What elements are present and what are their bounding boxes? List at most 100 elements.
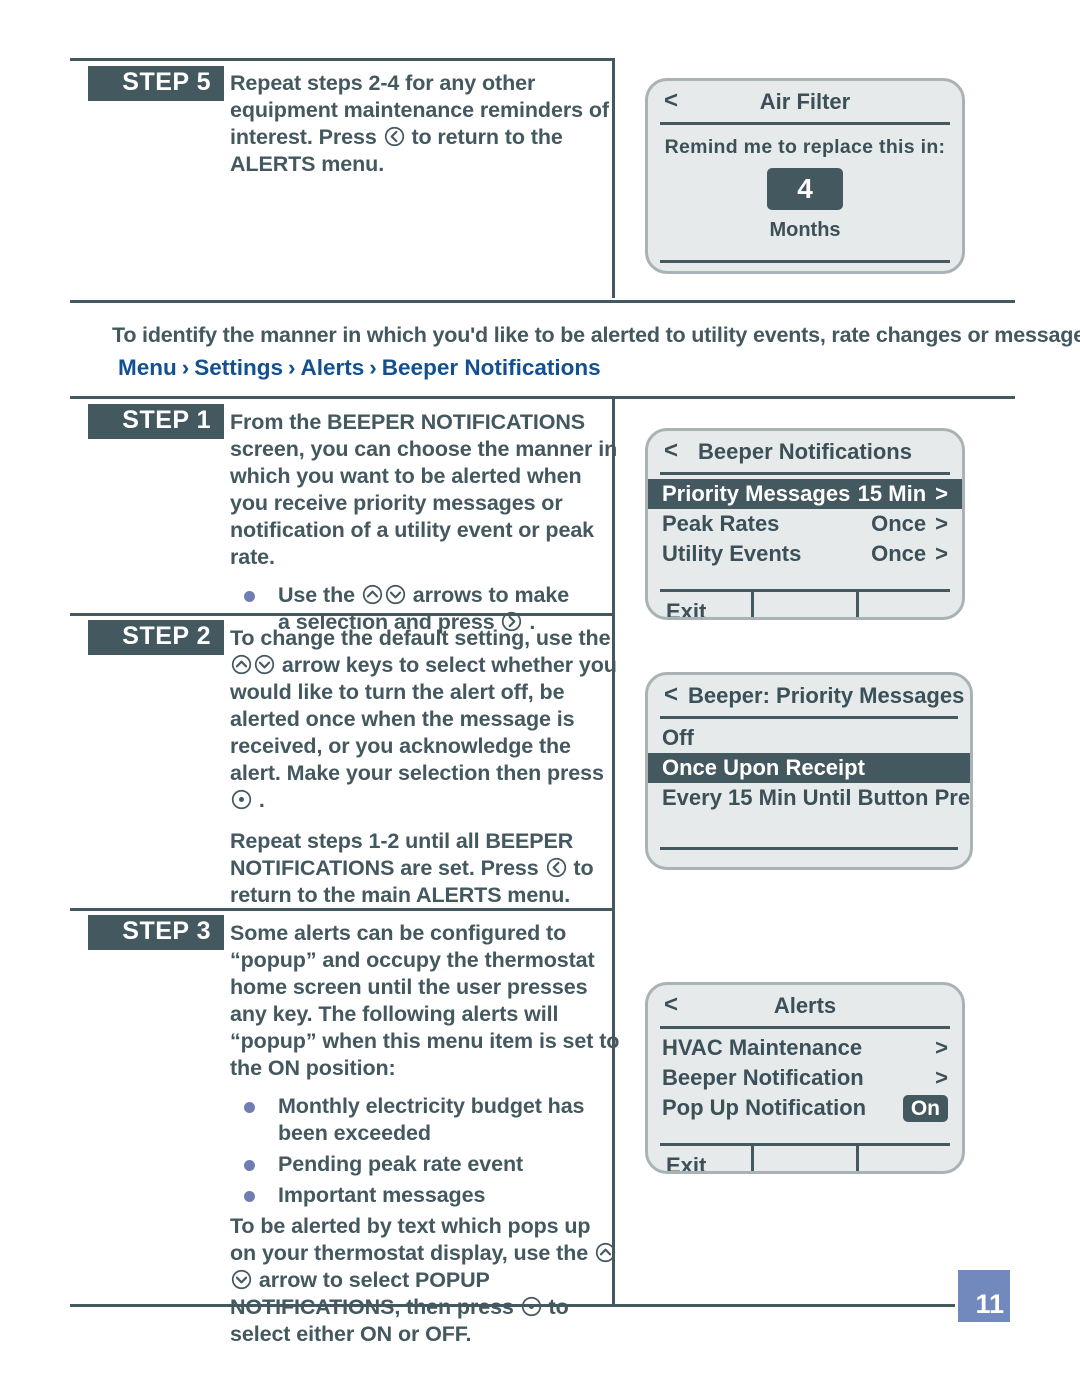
- table-row[interactable]: Utility Events Once >: [648, 539, 962, 569]
- screen-air-filter[interactable]: < Air Filter Remind me to replace this i…: [645, 78, 965, 274]
- table-row[interactable]: Every 15 Min Until Button Press: [648, 783, 970, 813]
- status-badge[interactable]: On: [902, 1094, 948, 1122]
- beeper-priority-title: Beeper: Priority Messages: [688, 682, 965, 708]
- chevron-right-icon: >: [935, 481, 948, 506]
- step3-text: Some alerts can be configured to “popup”…: [230, 920, 620, 1348]
- footer-button-2[interactable]: [750, 1146, 857, 1171]
- back-chevron-icon[interactable]: <: [664, 991, 678, 1019]
- up-arrow-key-icon: [362, 584, 383, 605]
- screen-alerts[interactable]: < Alerts HVAC Maintenance > Beeper Notif…: [645, 982, 965, 1174]
- table-row[interactable]: Off: [648, 723, 970, 753]
- step3-paragraph-2: To be alerted by text which pops up on y…: [230, 1213, 620, 1348]
- breadcrumb-separator-3: ›: [369, 355, 377, 380]
- page-number-badge: 11: [958, 1270, 1010, 1322]
- up-arrow-key-icon: [595, 1242, 616, 1263]
- step-badge-1: STEP 1: [88, 404, 224, 439]
- alerts-header: < Alerts: [648, 985, 962, 1026]
- row-value-group: Once >: [871, 539, 948, 569]
- air-filter-value-box[interactable]: 4: [767, 168, 843, 210]
- alerts-rows: HVAC Maintenance > Beeper Notification >…: [648, 1029, 962, 1123]
- row-value: 15 Min: [857, 481, 927, 506]
- row-value-group: Once >: [871, 509, 948, 539]
- step5-line-4: ALERTS menu.: [230, 152, 385, 176]
- table-row[interactable]: HVAC Maintenance >: [648, 1033, 962, 1063]
- air-filter-footer-separator: [660, 260, 950, 263]
- beeper-priority-footer-separator: [660, 847, 958, 850]
- exit-button[interactable]: Exit: [648, 592, 751, 617]
- row-label: Utility Events: [662, 541, 802, 566]
- back-chevron-icon[interactable]: <: [664, 87, 678, 115]
- footer-button-3[interactable]: [856, 592, 962, 617]
- row-value-group: 15 Min >: [858, 479, 948, 509]
- step1-text: From the BEEPER NOTIFICATIONS screen, yo…: [230, 409, 620, 640]
- exit-button[interactable]: Exit: [648, 1146, 751, 1171]
- down-arrow-key-icon: [231, 1269, 252, 1290]
- divider-bottom: [70, 1304, 955, 1307]
- beeper-priority-header: < Beeper: Priority Messages: [648, 675, 970, 716]
- step3-bullet-2: Pending peak rate event: [230, 1151, 620, 1178]
- step3-bullet-3: Important messages: [230, 1182, 620, 1209]
- table-row[interactable]: Pop Up Notification On: [648, 1093, 962, 1123]
- chevron-right-icon: >: [935, 1035, 948, 1060]
- screen-beeper-notifications[interactable]: < Beeper Notifications Priority Messages…: [645, 428, 965, 620]
- beeper-notifications-title: Beeper Notifications: [698, 438, 912, 464]
- step-badge-5: STEP 5: [88, 66, 224, 101]
- air-filter-header: < Air Filter: [648, 81, 962, 122]
- breadcrumb-separator-1: ›: [181, 355, 190, 380]
- alerts-title: Alerts: [773, 992, 837, 1018]
- back-chevron-icon[interactable]: <: [664, 681, 678, 709]
- step1-paragraph: From the BEEPER NOTIFICATIONS screen, yo…: [230, 410, 618, 569]
- beeper-notifications-header: < Beeper Notifications: [648, 431, 962, 472]
- breadcrumb-item-settings[interactable]: Settings: [194, 355, 283, 380]
- intro-description: To identify the manner in which you'd li…: [112, 323, 1080, 347]
- screen-beeper-priority-messages[interactable]: < Beeper: Priority Messages Off Once Upo…: [645, 672, 973, 870]
- back-chevron-icon[interactable]: <: [664, 437, 678, 465]
- step-badge-3: STEP 3: [88, 915, 224, 950]
- step3-paragraph-1: Some alerts can be configured to “popup”…: [230, 921, 620, 1080]
- table-row[interactable]: Once Upon Receipt: [648, 753, 970, 783]
- down-arrow-key-icon: [254, 654, 275, 675]
- air-filter-header-separator: [660, 122, 950, 125]
- divider-step2-top: [70, 613, 615, 616]
- air-filter-title: Air Filter: [759, 88, 851, 114]
- table-row[interactable]: Priority Messages 15 Min >: [648, 479, 962, 509]
- step2-text: To change the default setting, use the a…: [230, 625, 620, 909]
- beeper-notifications-rows: Priority Messages 15 Min > Peak Rates On…: [648, 475, 962, 569]
- step3-bullet-1: Monthly electricity budget has been exce…: [230, 1093, 620, 1147]
- step5-line-3b: to return to the: [405, 125, 563, 149]
- step5-text: Repeat steps 2-4 for any other equipment…: [230, 70, 615, 178]
- left-arrow-key-icon: [384, 126, 405, 147]
- step5-line-3a: interest. Press: [230, 125, 383, 149]
- row-label: Every 15 Min Until Button Press: [662, 785, 973, 810]
- step2-paragraph-1: To change the default setting, use the a…: [230, 626, 617, 812]
- row-label: Peak Rates: [662, 511, 780, 536]
- step2-paragraph-2: Repeat steps 1-2 until all BEEPER NOTIFI…: [230, 829, 594, 907]
- breadcrumb-item-beeper-notifications[interactable]: Beeper Notifications: [382, 355, 601, 380]
- row-label: Pop Up Notification: [662, 1095, 867, 1120]
- divider-top-left: [70, 58, 615, 61]
- breadcrumb-item-alerts[interactable]: Alerts: [301, 355, 365, 380]
- left-arrow-key-icon: [546, 857, 567, 878]
- divider-intro-bottom: [70, 396, 1015, 399]
- chevron-right-icon: >: [935, 1065, 948, 1090]
- chevron-right-icon: >: [935, 541, 948, 566]
- table-row[interactable]: Peak Rates Once >: [648, 509, 962, 539]
- row-label: Once Upon Receipt: [662, 755, 865, 780]
- table-row[interactable]: Beeper Notification >: [648, 1063, 962, 1093]
- footer-button-3[interactable]: [856, 1146, 962, 1171]
- divider-intro-top: [70, 300, 1015, 303]
- breadcrumb-item-menu[interactable]: Menu: [118, 355, 177, 380]
- row-label: Off: [662, 725, 694, 750]
- air-filter-subtitle: Remind me to replace this in:: [664, 136, 946, 158]
- down-arrow-key-icon: [385, 584, 406, 605]
- step3-bullet-list: Monthly electricity budget has been exce…: [230, 1093, 620, 1209]
- beeper-notifications-footer: Exit: [648, 592, 962, 617]
- row-label: Priority Messages: [662, 481, 851, 506]
- breadcrumb[interactable]: Menu › Settings › Alerts › Beeper Notification…: [118, 355, 601, 381]
- row-value: Once: [871, 541, 927, 566]
- air-filter-unit-label: Months: [769, 219, 841, 241]
- step5-paragraph: Repeat steps 2-4 for any other equipment…: [230, 70, 615, 178]
- manual-page: STEP 5 Repeat steps 2-4 for any other eq…: [0, 0, 1080, 1388]
- footer-button-2[interactable]: [750, 592, 857, 617]
- up-arrow-key-icon: [231, 654, 252, 675]
